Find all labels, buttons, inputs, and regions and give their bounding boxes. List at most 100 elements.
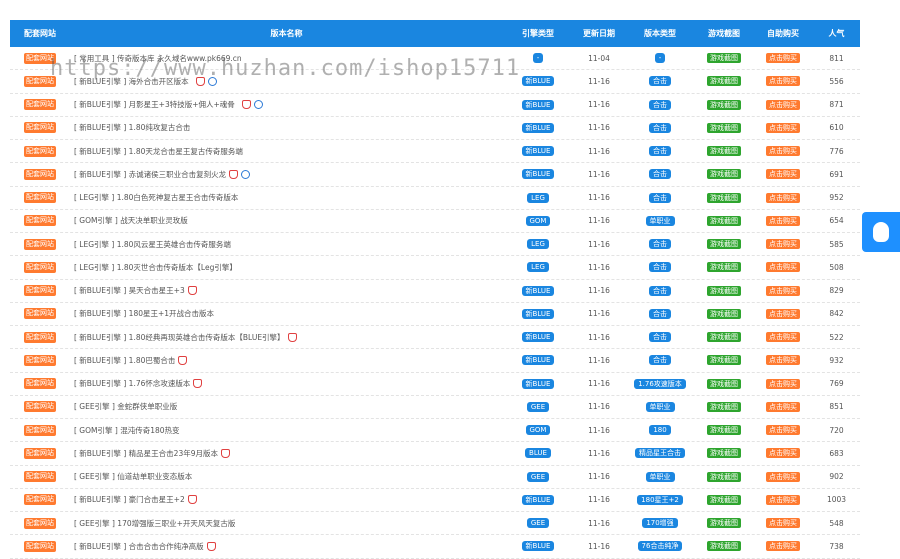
- site-button[interactable]: 配套网站: [24, 261, 56, 273]
- game-screenshot-button[interactable]: 游戏截图: [707, 378, 741, 389]
- version-name-link[interactable]: [ 新BLUE引擎 ] 豪门合击星王+2: [74, 494, 185, 505]
- version-name-link[interactable]: [ 新BLUE引擎 ] 1.80经典再现英雄合击传奇版本【BLUE引擎】: [74, 332, 285, 343]
- buy-button[interactable]: 点击购买: [766, 448, 800, 459]
- version-name-link[interactable]: [ GOM引擎 ] 战天决单职业灵玫版: [74, 215, 188, 226]
- site-button-cell: 配套网站: [10, 52, 70, 64]
- version-name-link[interactable]: [ 新BLUE引擎 ] 1.76怀念攻速版本: [74, 378, 190, 389]
- buy-button[interactable]: 点击购买: [766, 146, 800, 157]
- game-screenshot-button[interactable]: 游戏截图: [707, 541, 741, 552]
- buy-button[interactable]: 点击购买: [766, 425, 800, 436]
- version-name-link[interactable]: [ GEE引擎 ] 170增强版三职业+开天风天复古版: [74, 518, 235, 529]
- buy-button[interactable]: 点击购买: [766, 215, 800, 226]
- buy-button[interactable]: 点击购买: [766, 262, 800, 273]
- game-screenshot-button[interactable]: 游戏截图: [707, 99, 741, 110]
- version-type-badge: 76合击纯净: [637, 541, 683, 552]
- site-button[interactable]: 配套网站: [24, 52, 56, 64]
- site-button-cell: 配套网站: [10, 378, 70, 390]
- game-screenshot-button[interactable]: 游戏截图: [707, 215, 741, 226]
- game-screenshot-button[interactable]: 游戏截图: [707, 146, 741, 157]
- version-name-link[interactable]: [ LEG引擎 ] 1.80风云星王英雄合击传奇服务端: [74, 239, 231, 250]
- site-button[interactable]: 配套网站: [24, 75, 56, 87]
- game-screenshot-button-cell: 游戏截图: [695, 332, 753, 343]
- game-screenshot-button-cell: 游戏截图: [695, 471, 753, 482]
- buy-button[interactable]: 点击购买: [766, 541, 800, 552]
- version-name-link[interactable]: [ 新BLUE引擎 ] 赤诚诸侯三职业合击复刻火龙: [74, 169, 226, 180]
- version-name-link[interactable]: [ 新BLUE引擎 ] 1.80纯攻复古合击: [74, 122, 190, 133]
- version-name-link[interactable]: [ 新BLUE引擎 ] 昊天合击星王+3: [74, 285, 185, 296]
- site-button[interactable]: 配套网站: [24, 424, 56, 436]
- buy-button[interactable]: 点击购买: [766, 471, 800, 482]
- version-name-link[interactable]: [ GEE引擎 ] 仙道劫单职业变态版本: [74, 471, 192, 482]
- buy-button[interactable]: 点击购买: [766, 401, 800, 412]
- site-button[interactable]: 配套网站: [24, 145, 56, 157]
- site-button[interactable]: 配套网站: [24, 122, 56, 134]
- update-date: 11-16: [588, 495, 610, 505]
- game-screenshot-button[interactable]: 游戏截图: [707, 518, 741, 529]
- version-name-link[interactable]: [ 新BLUE引擎 ] 月影星王+3特技版+佣人+魂骨: [74, 99, 235, 110]
- version-name-link[interactable]: [ LEG引擎 ] 1.80白色死神复古星王合击传奇版本: [74, 192, 238, 203]
- site-button[interactable]: 配套网站: [24, 494, 56, 506]
- buy-button[interactable]: 点击购买: [766, 285, 800, 296]
- version-name-link[interactable]: [ 新BLUE引擎 ] 1.80巴蜀合击: [74, 355, 175, 366]
- qq-contact-button[interactable]: [862, 212, 900, 252]
- buy-button[interactable]: 点击购买: [766, 308, 800, 319]
- version-name-link[interactable]: [ 新BLUE引擎 ] 精品星王合击23年9月版本: [74, 448, 218, 459]
- site-button[interactable]: 配套网站: [24, 215, 56, 227]
- game-screenshot-button[interactable]: 游戏截图: [707, 262, 741, 273]
- buy-button[interactable]: 点击购买: [766, 53, 800, 64]
- site-button-cell: 配套网站: [10, 517, 70, 529]
- buy-button[interactable]: 点击购买: [766, 494, 800, 505]
- game-screenshot-button[interactable]: 游戏截图: [707, 308, 741, 319]
- update-date: 11-16: [588, 541, 610, 551]
- game-screenshot-button[interactable]: 游戏截图: [707, 122, 741, 133]
- site-button[interactable]: 配套网站: [24, 517, 56, 529]
- site-button[interactable]: 配套网站: [24, 447, 56, 459]
- game-screenshot-button[interactable]: 游戏截图: [707, 448, 741, 459]
- game-screenshot-button[interactable]: 游戏截图: [707, 53, 741, 64]
- game-screenshot-button[interactable]: 游戏截图: [707, 332, 741, 343]
- buy-button[interactable]: 点击购买: [766, 518, 800, 529]
- game-screenshot-button[interactable]: 游戏截图: [707, 494, 741, 505]
- game-screenshot-button[interactable]: 游戏截图: [707, 285, 741, 296]
- buy-button[interactable]: 点击购买: [766, 355, 800, 366]
- site-button[interactable]: 配套网站: [24, 471, 56, 483]
- popularity-count: 871: [829, 100, 844, 110]
- site-button[interactable]: 配套网站: [24, 354, 56, 366]
- version-name-link[interactable]: [ 新BLUE引擎 ] 180星王+1开战合击版本: [74, 308, 214, 319]
- version-type-badge: 合击: [649, 192, 671, 203]
- game-screenshot-button[interactable]: 游戏截图: [707, 76, 741, 87]
- game-screenshot-button[interactable]: 游戏截图: [707, 169, 741, 180]
- game-screenshot-button[interactable]: 游戏截图: [707, 192, 741, 203]
- site-button[interactable]: 配套网站: [24, 238, 56, 250]
- game-screenshot-button[interactable]: 游戏截图: [707, 425, 741, 436]
- site-button[interactable]: 配套网站: [24, 401, 56, 413]
- game-screenshot-button[interactable]: 游戏截图: [707, 239, 741, 250]
- game-screenshot-button[interactable]: 游戏截图: [707, 401, 741, 412]
- version-name-link[interactable]: [ 常用工具 ] 传奇版本库 永久域名www.pk669.cn: [74, 53, 242, 64]
- site-button[interactable]: 配套网站: [24, 378, 56, 390]
- version-type-badge-cell: 76合击纯净: [625, 541, 695, 552]
- buy-button[interactable]: 点击购买: [766, 239, 800, 250]
- buy-button[interactable]: 点击购买: [766, 122, 800, 133]
- site-button[interactable]: 配套网站: [24, 331, 56, 343]
- site-button[interactable]: 配套网站: [24, 192, 56, 204]
- site-button[interactable]: 配套网站: [24, 285, 56, 297]
- version-name-link[interactable]: [ 新BLUE引擎 ] 合击合击合作纯净高版: [74, 541, 204, 552]
- buy-button[interactable]: 点击购买: [766, 169, 800, 180]
- buy-button[interactable]: 点击购买: [766, 378, 800, 389]
- version-name-link[interactable]: [ LEG引擎 ] 1.80灭世合击传奇版本【Leg引擎】: [74, 262, 237, 273]
- buy-button[interactable]: 点击购买: [766, 332, 800, 343]
- version-name-link[interactable]: [ GEE引擎 ] 金蛇群侠单职业版: [74, 401, 177, 412]
- version-name-link[interactable]: [ GOM引擎 ] 混沌传奇180热变: [74, 425, 180, 436]
- game-screenshot-button[interactable]: 游戏截图: [707, 355, 741, 366]
- buy-button[interactable]: 点击购买: [766, 99, 800, 110]
- game-screenshot-button[interactable]: 游戏截图: [707, 471, 741, 482]
- site-button[interactable]: 配套网站: [24, 168, 56, 180]
- site-button[interactable]: 配套网站: [24, 99, 56, 111]
- site-button[interactable]: 配套网站: [24, 540, 56, 552]
- buy-button[interactable]: 点击购买: [766, 76, 800, 87]
- site-button[interactable]: 配套网站: [24, 308, 56, 320]
- version-name-link[interactable]: [ 新BLUE引擎 ] 海外合击开区版本: [74, 76, 189, 87]
- buy-button[interactable]: 点击购买: [766, 192, 800, 203]
- version-name-link[interactable]: [ 新BLUE引擎 ] 1.80天龙合击星王复古传奇服务端: [74, 146, 243, 157]
